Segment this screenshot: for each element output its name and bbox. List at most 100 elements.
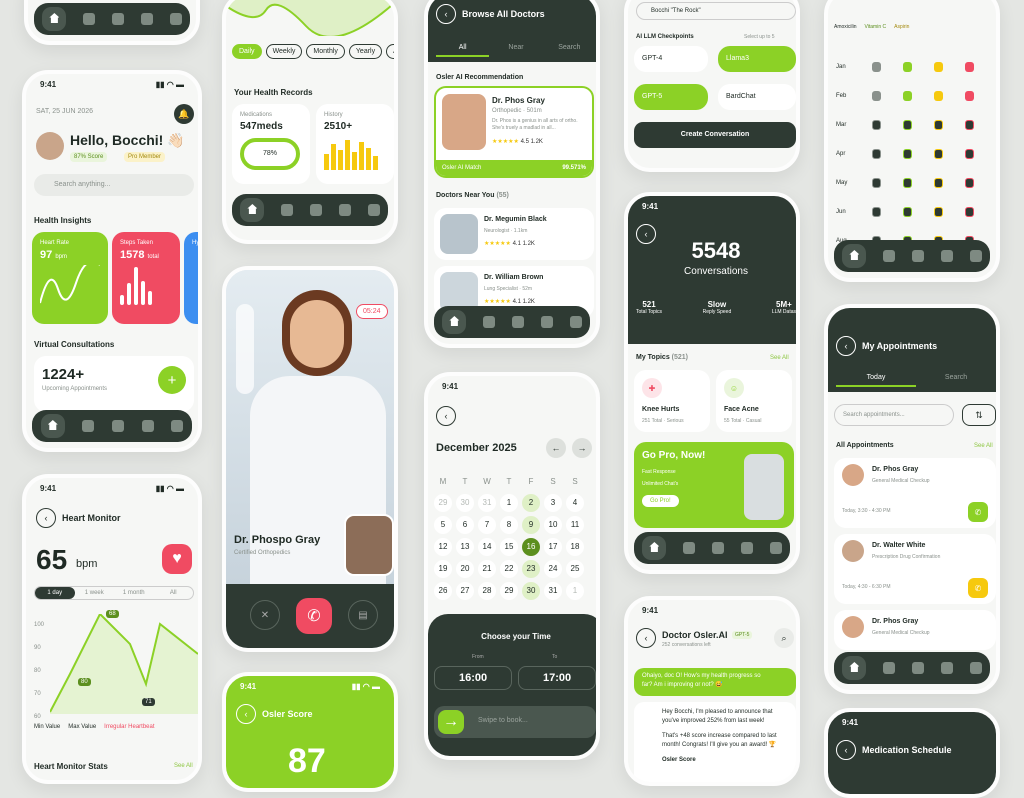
calendar-day[interactable]: 18 [566, 538, 584, 556]
calendar-grid[interactable]: MTWTFSS 29 30 31 1 2 3 4 5 6 7 8 9 10 11 12 13 14 15 16 17 1… [432, 470, 586, 602]
avatar[interactable] [36, 132, 64, 160]
calendar-day[interactable]: 14 [478, 538, 496, 556]
med-checkbox[interactable] [933, 148, 943, 159]
search-input[interactable]: Search appointments... [834, 404, 954, 426]
calendar-day[interactable]: 6 [456, 516, 474, 534]
go-pro-banner[interactable]: Go Pro, Now! Fast Response Unlimited Cha… [634, 442, 794, 528]
med-checkbox[interactable] [902, 177, 912, 188]
calendar-day[interactable]: 13 [456, 538, 474, 556]
next-month-button[interactable]: → [572, 438, 592, 458]
med-checkbox[interactable] [965, 90, 974, 101]
to-time-select[interactable]: 17:00 [518, 666, 596, 690]
model-option-gpt5[interactable]: GPT-5 [634, 84, 708, 110]
mute-icon[interactable]: ✕ [250, 600, 280, 630]
back-button[interactable]: ‹ [436, 4, 456, 24]
calendar-day[interactable]: 27 [456, 582, 474, 600]
bottom-nav[interactable] [434, 306, 590, 338]
create-conversation-button[interactable]: Create Conversation [634, 122, 796, 148]
back-button[interactable]: ‹ [436, 406, 456, 426]
calendar-day[interactable]: 29 [500, 582, 518, 600]
calendar-day[interactable]: 1 [566, 582, 584, 600]
appointment-card[interactable]: Dr. Walter White Prescription Drug Confi… [834, 534, 996, 604]
model-option-bardchat[interactable]: BardChat [718, 84, 796, 110]
back-button[interactable]: ‹ [836, 740, 856, 760]
calendar-day[interactable]: 20 [456, 560, 474, 578]
med-checkbox[interactable] [902, 206, 912, 217]
bottom-nav[interactable] [834, 240, 990, 272]
topic-card[interactable]: ☺ Face Acne 55 Total · Casual [716, 370, 792, 432]
medications-card[interactable]: Medications 547meds 78% [232, 104, 310, 184]
topic-card[interactable]: ✚ Knee Hurts 251 Total · Serious [634, 370, 710, 432]
calendar-day[interactable]: 29 [434, 494, 452, 512]
calendar-day[interactable]: 30 [522, 582, 540, 600]
see-all-link[interactable]: See All [174, 763, 193, 769]
tabs[interactable]: All Near Search [436, 44, 596, 57]
search-input[interactable]: Search anything... [34, 174, 194, 196]
back-button[interactable]: ‹ [836, 336, 856, 356]
med-checkbox[interactable] [965, 61, 974, 72]
calendar-day[interactable]: 16 [522, 538, 540, 556]
steps-card[interactable]: Steps Taken 1578 total [112, 232, 180, 324]
back-button[interactable]: ‹ [236, 704, 256, 724]
notification-icon[interactable]: 🔔 [174, 104, 194, 124]
calendar-day[interactable]: 1 [500, 494, 518, 512]
hydration-card[interactable]: Hy [184, 232, 198, 324]
see-all-link[interactable]: See All [974, 443, 993, 449]
med-checkbox[interactable] [964, 206, 974, 217]
heart-rate-card[interactable]: Heart Rate 97 bpm [32, 232, 108, 324]
med-checkbox[interactable] [903, 61, 912, 72]
calendar-day[interactable]: 17 [544, 538, 562, 556]
from-time-select[interactable]: 16:00 [434, 666, 512, 690]
chat-icon[interactable]: ▤ [348, 600, 378, 630]
search-icon[interactable]: ⌕ [774, 628, 794, 648]
prev-month-button[interactable]: ← [546, 438, 566, 458]
bottom-nav[interactable] [232, 194, 388, 226]
calendar-day[interactable]: 26 [434, 582, 452, 600]
calendar-day[interactable]: 19 [434, 560, 452, 578]
user-select[interactable]: Bocchi "The Rock" [636, 2, 796, 20]
tabs[interactable]: Today Search [836, 374, 996, 387]
calendar-day[interactable]: 12 [434, 538, 452, 556]
bottom-nav[interactable] [32, 410, 192, 442]
med-checkbox[interactable] [871, 119, 881, 130]
med-checkbox[interactable] [964, 119, 974, 130]
calendar-day[interactable]: 28 [478, 582, 496, 600]
calendar-day[interactable]: 8 [500, 516, 518, 534]
appointment-card[interactable]: Dr. Phos Gray General Medical Checkup To… [834, 458, 996, 528]
volume-slider[interactable] [236, 304, 254, 394]
calendar-day[interactable]: 15 [500, 538, 518, 556]
calendar-day[interactable]: 3 [544, 494, 562, 512]
med-checkbox[interactable] [964, 177, 974, 188]
see-all-link[interactable]: See All [770, 355, 789, 361]
calendar-day[interactable]: 25 [566, 560, 584, 578]
arrow-right-icon[interactable]: → [438, 710, 464, 734]
calendar-day[interactable]: 24 [544, 560, 562, 578]
med-checkbox[interactable] [871, 206, 881, 217]
med-checkbox[interactable] [902, 119, 912, 130]
appointment-card[interactable]: Dr. Phos Gray General Medical Checkup [834, 610, 996, 650]
calendar-day[interactable]: 23 [522, 560, 540, 578]
back-button[interactable]: ‹ [636, 628, 656, 648]
med-checkbox[interactable] [903, 90, 912, 101]
end-call-button[interactable]: ✆ [296, 598, 332, 634]
calendar-day[interactable]: 9 [522, 516, 540, 534]
med-checkbox[interactable] [933, 119, 943, 130]
add-button[interactable]: + [158, 366, 186, 394]
range-tabs[interactable]: 1 day 1 week 1 month All [34, 586, 194, 600]
history-card[interactable]: History 2510+ [316, 104, 394, 184]
med-checkbox[interactable] [933, 206, 943, 217]
med-checkbox[interactable] [933, 177, 943, 188]
calendar-day[interactable]: 5 [434, 516, 452, 534]
bottom-nav[interactable] [834, 652, 990, 684]
calendar-day[interactable]: 22 [500, 560, 518, 578]
model-option-gpt4[interactable]: GPT-4 [634, 46, 708, 72]
med-checkbox[interactable] [872, 61, 881, 72]
calendar-day[interactable]: 2 [522, 494, 540, 512]
med-checkbox[interactable] [872, 90, 881, 101]
model-option-llama3[interactable]: Llama3 [718, 46, 796, 72]
doctor-card[interactable]: Dr. Megumin Black Neurologist · 1.1km ★★… [434, 208, 594, 260]
self-view[interactable] [344, 514, 394, 576]
calendar-day[interactable]: 31 [478, 494, 496, 512]
calendar-day[interactable]: 11 [566, 516, 584, 534]
bottom-nav[interactable] [634, 532, 790, 564]
